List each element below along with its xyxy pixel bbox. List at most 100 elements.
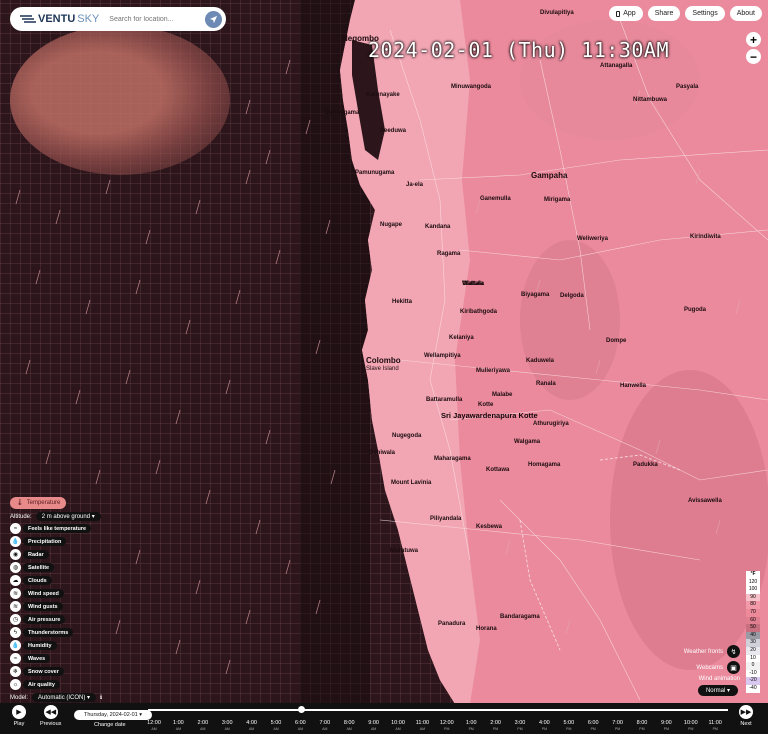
next-button[interactable]: ▶▶ Next [739, 705, 753, 727]
next-icon: ▶▶ [739, 705, 753, 719]
waves-icon: ≈ [10, 653, 21, 665]
timeline-hour[interactable]: 3:00 AM [215, 720, 239, 732]
place-label: Kotte [478, 402, 494, 408]
locate-button[interactable] [205, 10, 222, 28]
timeline-hour[interactable]: 5:00 PM [557, 720, 581, 732]
hour-ampm: PM [590, 727, 596, 731]
layer-item[interactable]: 💧 Humidity [10, 640, 102, 652]
timeline-hour[interactable]: 5:00 AM [264, 720, 288, 732]
change-date-label: Change date [94, 722, 126, 728]
place-label: Wattala [463, 281, 485, 287]
phone-icon [616, 10, 621, 17]
model-select[interactable]: Automatic (ICON) ▾ [32, 693, 97, 702]
place-label: Battaramulla [426, 397, 463, 403]
hour-ampm: AM [200, 727, 206, 731]
place-label: Gampaha [531, 171, 568, 180]
hour-ampm: PM [566, 727, 572, 731]
layer-item-label: Air quality [23, 680, 60, 690]
layer-item[interactable]: ◍ Satellite [10, 562, 102, 574]
hour-ampm: PM [614, 727, 621, 731]
timeline-hour[interactable]: 8:00 PM [630, 720, 654, 732]
about-button[interactable]: About [729, 6, 762, 21]
layer-item[interactable]: ☁ Clouds [10, 575, 102, 587]
timeline-hour[interactable]: 1:00 AM [166, 720, 190, 732]
wind-icon: ≋ [10, 588, 21, 600]
search-input[interactable] [109, 15, 200, 23]
zoom-out-button[interactable]: − [746, 49, 761, 64]
place-label: Kottawa [486, 467, 510, 473]
layer-item[interactable]: ≋ Wind gusts [10, 601, 102, 613]
layer-item[interactable]: ≈ Waves [10, 653, 102, 665]
timeline-hour[interactable]: 12:00 AM [142, 720, 166, 732]
timeline-hour[interactable]: 10:00 AM [386, 720, 410, 732]
timeline-hour[interactable]: 11:00 PM [703, 720, 727, 732]
timeline-hour[interactable]: 6:00 AM [288, 720, 312, 732]
timeline-slider-knob[interactable] [298, 706, 306, 713]
humidity-icon: 💧 [10, 640, 21, 652]
layer-item[interactable]: ❄ Snow cover [10, 666, 102, 678]
layer-item[interactable]: ◉ Radar [10, 549, 102, 561]
model-value: Automatic (ICON) [38, 695, 86, 701]
altitude-row: Altitude: 2 m above ground ▾ [10, 512, 102, 521]
place-label: Biyagama [521, 292, 550, 298]
place-label: Weliweriya [577, 236, 608, 242]
place-label: Panadura [438, 621, 466, 627]
date-select[interactable]: Thursday, 2024-02-01 ▾ [74, 710, 153, 720]
layer-item[interactable]: ≋ Wind speed [10, 588, 102, 600]
settings-button[interactable]: Settings [685, 6, 725, 21]
zoom-in-button[interactable]: + [746, 32, 761, 47]
layer-item-label: Clouds [23, 576, 52, 586]
previous-button[interactable]: ◀◀ Previous [40, 705, 61, 727]
weather-fronts-toggle[interactable]: Weather fronts ↯ [684, 645, 740, 658]
share-button[interactable]: Share [647, 6, 681, 21]
place-label: Slave Island [366, 366, 399, 372]
timeline-hour[interactable]: 8:00 AM [337, 720, 361, 732]
layer-item-label: Thunderstorms [23, 628, 74, 638]
layer-item[interactable]: ☼ Air quality [10, 679, 102, 691]
timeline-hour[interactable]: 11:00 AM [410, 720, 434, 732]
timeline-hour[interactable]: 2:00 PM [484, 720, 508, 732]
legend-unit: °F [746, 571, 760, 579]
timeline-hour[interactable]: 1:00 PM [459, 720, 483, 732]
layer-item-label: Air pressure [23, 615, 66, 625]
app-button[interactable]: App [609, 6, 643, 21]
layer-item[interactable]: ◷ Air pressure [10, 614, 102, 626]
timeline-hour[interactable]: 2:00 AM [191, 720, 215, 732]
timeline-hour[interactable]: 7:00 AM [313, 720, 337, 732]
altitude-label: Altitude: [10, 513, 32, 520]
date-value: Thursday, 2024-02-01 [84, 712, 138, 718]
altitude-select[interactable]: 2 m above ground ▾ [35, 512, 101, 521]
place-label: Kirindiwita [690, 234, 721, 240]
legend-value: 90 [746, 593, 760, 602]
place-label: Sri Jayawardenapura Kotte [441, 411, 538, 420]
place-label: Horana [476, 626, 497, 632]
place-label: Maharagama [434, 456, 471, 462]
timeline-hour[interactable]: 4:00 PM [532, 720, 556, 732]
layer-item[interactable]: ≈ Feels like temperature [10, 523, 102, 535]
active-layer-temperature[interactable]: 🌡 Temperature [10, 496, 67, 509]
legend-value: 30 [746, 639, 760, 647]
info-icon[interactable]: ℹ [100, 694, 102, 701]
timeline-hour[interactable]: 12:00 PM [435, 720, 459, 732]
timeline-slider-track[interactable] [148, 709, 728, 711]
timeline-hour[interactable]: 3:00 PM [508, 720, 532, 732]
timeline-hour[interactable]: 10:00 PM [679, 720, 703, 732]
layer-item[interactable]: 💧 Precipitation [10, 536, 102, 548]
wind-animation-select[interactable]: Normal ▾ [697, 685, 738, 696]
place-label: Minuwangoda [451, 84, 491, 90]
webcams-toggle[interactable]: Webcams ▣ [696, 661, 740, 674]
timeline-hour[interactable]: 4:00 AM [240, 720, 264, 732]
ventusky-logo[interactable]: VENTU SKY [20, 13, 99, 25]
place-label: Kandana [425, 224, 451, 230]
legend-value: -20 [746, 677, 760, 685]
timeline-hour[interactable]: 9:00 PM [654, 720, 678, 732]
play-button[interactable]: ▶ Play [12, 705, 26, 727]
lightning-icon: ϟ [10, 627, 21, 639]
temperature-legend[interactable]: °F 120 100 90 80 70 60 50 40 30 20 10 0 -10 -20 -40 [746, 571, 760, 693]
timeline-hour[interactable]: 9:00 AM [362, 720, 386, 732]
layer-item[interactable]: ϟ Thunderstorms [10, 627, 102, 639]
hour-ampm: PM [688, 727, 694, 731]
weather-map[interactable]: Negombo Katunayake Dandugama Ja-ela Nuga… [0, 0, 768, 734]
timeline-hour[interactable]: 7:00 PM [606, 720, 630, 732]
timeline-hour[interactable]: 6:00 PM [581, 720, 605, 732]
